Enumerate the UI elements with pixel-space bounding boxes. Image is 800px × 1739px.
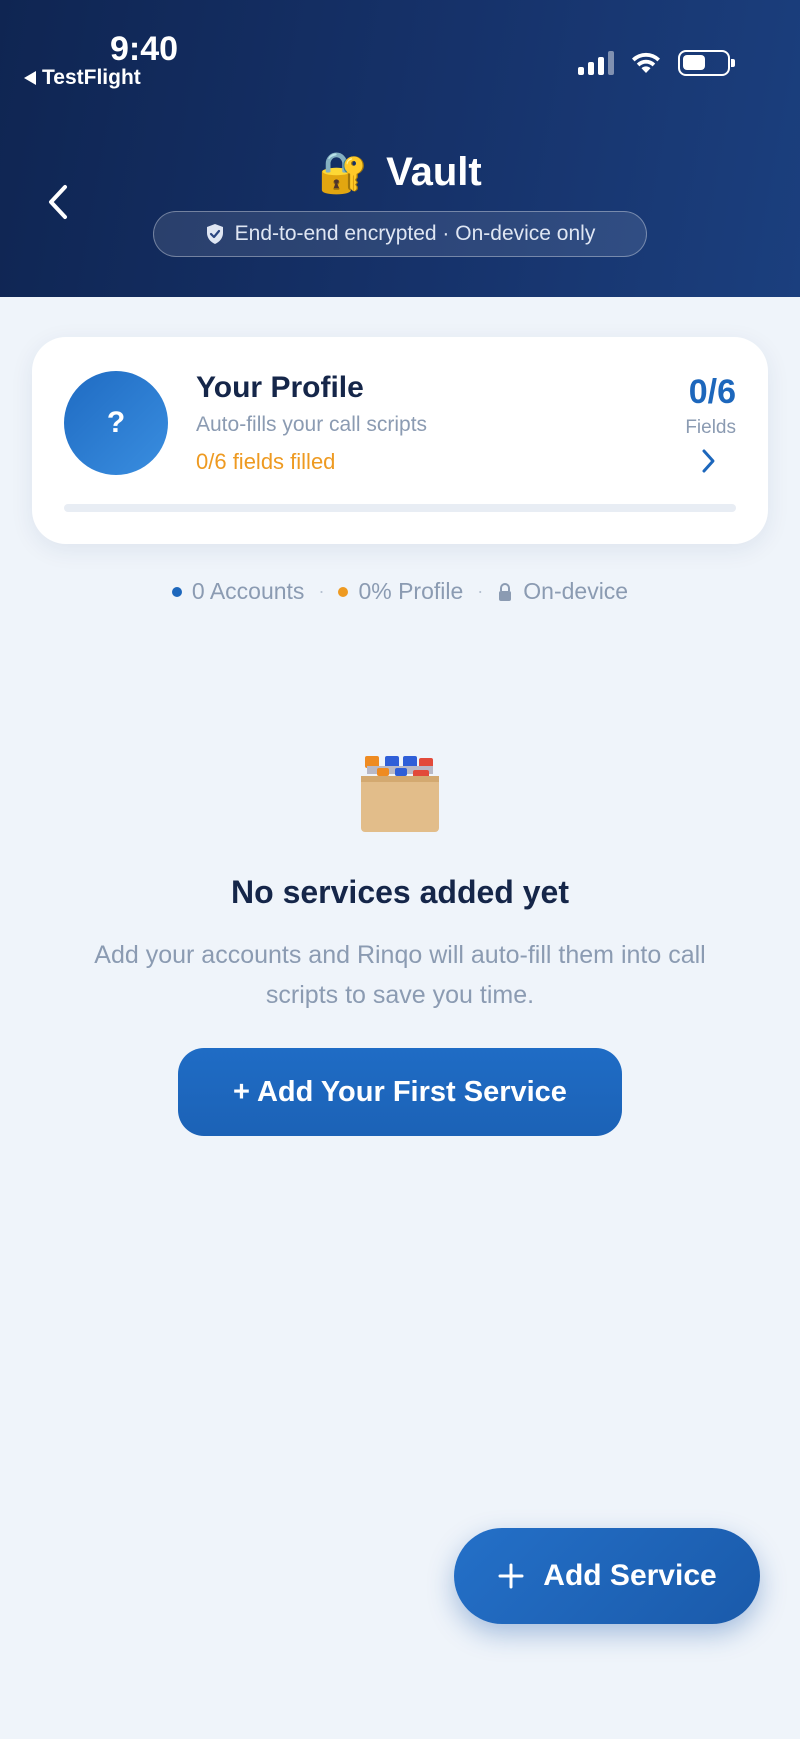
encryption-text: End-to-end encrypted · On-device only — [234, 222, 596, 245]
page-title-row: 🔐 Vault — [0, 150, 800, 195]
shield-check-icon — [206, 224, 223, 244]
plus-icon — [498, 1563, 524, 1589]
padlock-icon — [499, 582, 512, 601]
profile-fields-label: Fields — [685, 417, 736, 438]
stat-accounts: 0 Accounts — [171, 578, 305, 605]
empty-state-description: Add your accounts and Rinqo will auto-fi… — [94, 941, 706, 1009]
stat-separator: · — [318, 581, 325, 601]
stat-device-label: On-device — [523, 578, 629, 604]
card-file-box-icon — [361, 756, 439, 832]
stat-profile: 0% Profile — [338, 578, 463, 605]
wifi-icon — [632, 52, 660, 73]
chevron-right-icon[interactable] — [698, 447, 718, 475]
back-to-app-link[interactable]: TestFlight — [24, 66, 141, 90]
vault-screen: 9:40 TestFlight 🔐 Vault End-to-end encry… — [0, 0, 800, 1739]
profile-card[interactable]: ? Your Profile Auto-fills your call scri… — [32, 337, 768, 544]
orange-dot-icon — [338, 586, 349, 597]
encryption-badge: End-to-end encrypted · On-device only — [153, 211, 647, 257]
stat-separator: · — [477, 581, 484, 601]
add-service-fab[interactable]: Add Service — [454, 1528, 760, 1624]
battery-icon — [678, 50, 735, 76]
profile-progress-bar — [64, 504, 736, 512]
add-service-label: Add Service — [543, 1559, 717, 1592]
profile-title: Your Profile — [196, 371, 364, 404]
profile-avatar: ? — [64, 371, 168, 475]
empty-state-title: No services added yet — [231, 874, 569, 910]
back-app-label: TestFlight — [42, 66, 141, 89]
profile-field-count: 0/6 — [688, 373, 736, 411]
lock-key-icon: 🔐 — [318, 150, 369, 195]
status-icons — [578, 50, 735, 76]
add-first-service-button[interactable]: + Add Your First Service — [178, 1048, 622, 1136]
profile-filled-status: 0/6 fields filled — [196, 449, 336, 474]
back-triangle-icon — [24, 71, 36, 85]
blue-dot-icon — [171, 586, 182, 597]
page-title: Vault — [386, 150, 482, 194]
profile-subtitle: Auto-fills your call scripts — [196, 413, 428, 436]
status-time: 9:40 — [110, 30, 179, 68]
header: 9:40 TestFlight 🔐 Vault End-to-end encry… — [0, 0, 800, 297]
stat-device: On-device — [497, 578, 628, 605]
cellular-signal-icon — [578, 51, 614, 75]
stat-profile-label: 0% Profile — [358, 578, 464, 604]
stats-row: 0 Accounts · 0% Profile · On-device — [0, 578, 800, 605]
stat-accounts-label: 0 Accounts — [191, 578, 305, 604]
